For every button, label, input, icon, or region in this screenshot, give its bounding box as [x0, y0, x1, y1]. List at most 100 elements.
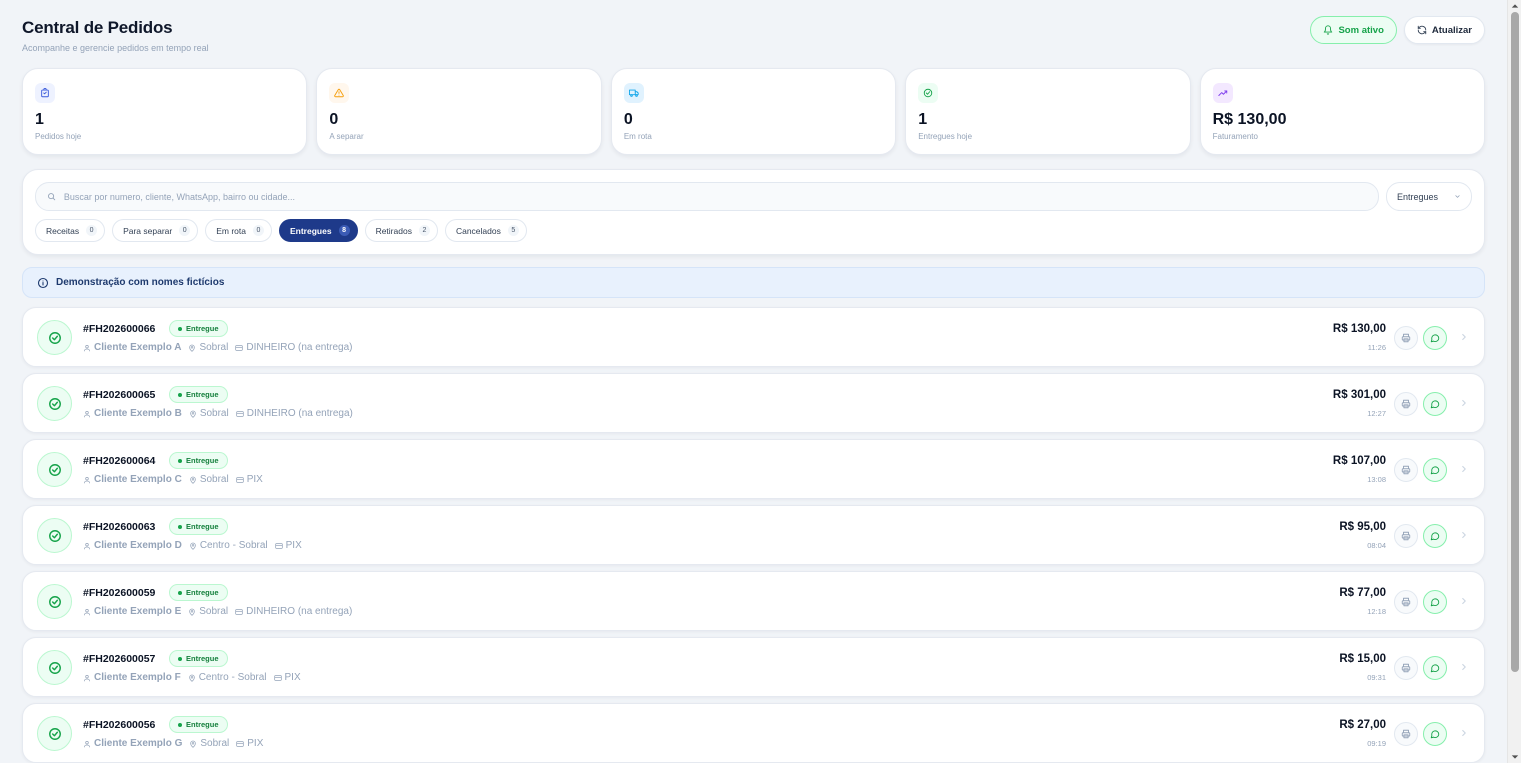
- sound-toggle-label: Som ativo: [1338, 24, 1384, 36]
- order-location: Sobral: [188, 606, 228, 617]
- info-icon: [37, 277, 49, 288]
- order-payment: DINHEIRO (na entrega): [236, 408, 353, 419]
- map-pin-icon: [189, 344, 196, 352]
- order-row[interactable]: #FH202600066 Entregue Cliente Exemplo A …: [22, 307, 1485, 367]
- order-payment: PIX: [273, 672, 301, 683]
- orders-dashboard: Central de Pedidos Acompanhe e gerencie …: [0, 0, 1507, 763]
- order-time: 08:04: [1367, 541, 1386, 550]
- search-input[interactable]: [63, 191, 1378, 202]
- order-row[interactable]: #FH202600063 Entregue Cliente Exemplo D …: [22, 505, 1485, 565]
- order-row[interactable]: #FH202600065 Entregue Cliente Exemplo B …: [22, 373, 1485, 433]
- whatsapp-button[interactable]: [1423, 524, 1447, 548]
- order-row[interactable]: #FH202600064 Entregue Cliente Exemplo C …: [22, 439, 1485, 499]
- order-location: Centro - Sobral: [189, 540, 268, 551]
- bell-icon: [1324, 25, 1333, 35]
- print-button[interactable]: [1394, 392, 1418, 416]
- page-scrollbar[interactable]: [1507, 0, 1521, 763]
- print-button[interactable]: [1394, 590, 1418, 614]
- order-customer: Cliente Exemplo E: [83, 606, 181, 617]
- status-badge: Entregue: [169, 584, 228, 601]
- printer-icon: [1401, 729, 1411, 739]
- credit-card-icon: [235, 608, 243, 615]
- print-button[interactable]: [1394, 458, 1418, 482]
- chat-bubble-icon: [1430, 598, 1440, 607]
- stat-card-orders-today: 1 Pedidos hoje: [22, 68, 308, 155]
- scroll-up-arrow-icon[interactable]: [1511, 2, 1519, 10]
- whatsapp-button[interactable]: [1423, 458, 1447, 482]
- payment-text: DINHEIRO (na entrega): [246, 408, 353, 419]
- order-meta: Cliente Exemplo G Sobral PIX: [83, 738, 263, 749]
- search-box: [35, 182, 1379, 211]
- chevron-right-icon[interactable]: [1459, 728, 1469, 738]
- whatsapp-button[interactable]: [1423, 722, 1447, 746]
- location-text: Centro - Sobral: [199, 540, 268, 551]
- customer-name: Cliente Exemplo D: [94, 540, 182, 551]
- order-total: R$ 95,00: [1339, 521, 1386, 533]
- stat-label: A separar: [329, 132, 364, 141]
- status-dot: [178, 458, 182, 463]
- chip-label: Em rota: [216, 225, 246, 236]
- status-select[interactable]: Entregues: [1386, 182, 1472, 211]
- user-icon: [83, 674, 91, 681]
- order-row[interactable]: #FH202600057 Entregue Cliente Exemplo F …: [22, 637, 1485, 697]
- order-location: Sobral: [189, 408, 229, 419]
- chevron-right-icon[interactable]: [1459, 398, 1469, 408]
- whatsapp-button[interactable]: [1423, 326, 1447, 350]
- chevron-right-icon[interactable]: [1459, 596, 1469, 606]
- location-text: Centro - Sobral: [198, 672, 267, 683]
- user-icon: [83, 344, 91, 351]
- order-meta: Cliente Exemplo E Sobral DINHEIRO (na en…: [83, 606, 352, 617]
- stat-value: 0: [329, 111, 339, 128]
- chip-cancelados[interactable]: Cancelados 5: [444, 219, 527, 242]
- print-button[interactable]: [1394, 524, 1418, 548]
- refresh-button[interactable]: Atualizar: [1403, 16, 1485, 44]
- whatsapp-button[interactable]: [1423, 392, 1447, 416]
- chevron-right-icon[interactable]: [1459, 332, 1469, 342]
- chip-label: Cancelados: [455, 225, 501, 236]
- status-badge-label: Entregue: [186, 456, 219, 465]
- refresh-icon: [1417, 25, 1427, 35]
- whatsapp-button[interactable]: [1423, 656, 1447, 680]
- scroll-down-arrow-icon[interactable]: [1511, 753, 1519, 761]
- order-meta: Cliente Exemplo B Sobral DINHEIRO (na en…: [83, 408, 353, 419]
- order-number: #FH202600063: [83, 521, 156, 533]
- credit-card-icon: [235, 344, 244, 351]
- chat-bubble-icon: [1430, 466, 1440, 475]
- stat-card-delivered-today: 1 Entregues hoje: [905, 68, 1191, 155]
- delivered-check-icon: [37, 716, 72, 751]
- order-total: R$ 77,00: [1339, 587, 1386, 599]
- truck-icon: [623, 83, 644, 103]
- stat-label: Entregues hoje: [918, 132, 973, 141]
- chip-para-separar[interactable]: Para separar 0: [112, 219, 199, 242]
- whatsapp-button[interactable]: [1423, 590, 1447, 614]
- print-button[interactable]: [1394, 656, 1418, 680]
- delivered-check-icon: [37, 452, 72, 487]
- chip-em-rota[interactable]: Em rota 0: [205, 219, 272, 242]
- order-total: R$ 130,00: [1332, 323, 1386, 335]
- sound-toggle-button[interactable]: Som ativo: [1310, 16, 1397, 44]
- status-chips: Receitas 0 Para separar 0 Em rota 0 Entregu…: [35, 219, 527, 242]
- chevron-right-icon[interactable]: [1459, 662, 1469, 672]
- order-row[interactable]: #FH202600059 Entregue Cliente Exemplo E …: [22, 571, 1485, 631]
- user-icon: [83, 410, 91, 417]
- chip-receitas[interactable]: Receitas 0: [35, 219, 106, 242]
- order-row[interactable]: #FH202600056 Entregue Cliente Exemplo G …: [22, 703, 1485, 763]
- scrollbar-thumb[interactable]: [1511, 12, 1519, 672]
- chevron-right-icon[interactable]: [1459, 464, 1469, 474]
- chip-retirados[interactable]: Retirados 2: [364, 219, 438, 242]
- status-badge-label: Entregue: [186, 654, 219, 663]
- order-number: #FH202600057: [83, 653, 156, 665]
- order-total: R$ 301,00: [1332, 389, 1386, 401]
- customer-name: Cliente Exemplo E: [94, 606, 182, 617]
- chevron-right-icon[interactable]: [1459, 530, 1469, 540]
- print-button[interactable]: [1394, 326, 1418, 350]
- chip-entregues[interactable]: Entregues 8: [278, 219, 358, 242]
- printer-icon: [1401, 663, 1411, 673]
- printer-icon: [1401, 597, 1411, 607]
- status-badge-label: Entregue: [186, 390, 219, 399]
- user-icon: [83, 740, 91, 747]
- chip-count: 0: [86, 225, 98, 236]
- print-button[interactable]: [1394, 722, 1418, 746]
- map-pin-icon: [189, 608, 195, 616]
- map-pin-icon: [190, 542, 196, 550]
